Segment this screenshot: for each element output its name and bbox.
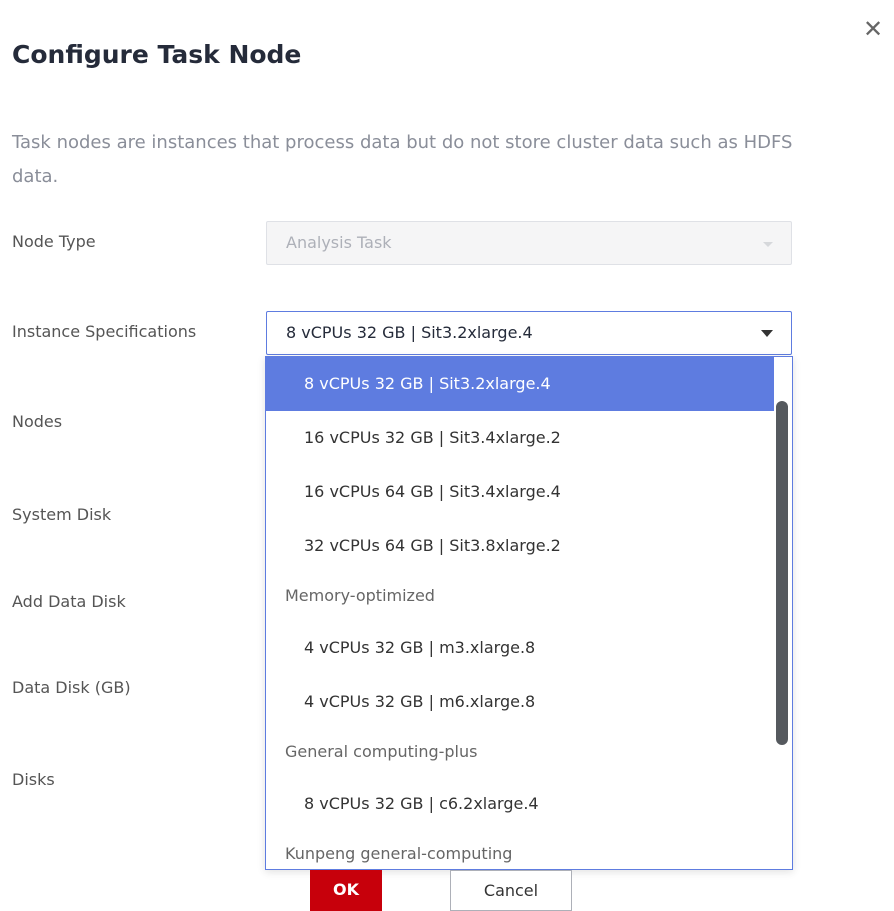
node-type-value: Analysis Task: [286, 233, 392, 252]
nodes-stepper-hidden: [794, 402, 844, 446]
instance-spec-value: 8 vCPUs 32 GB | Sit3.2xlarge.4: [286, 323, 533, 342]
node-type-label: Node Type: [12, 232, 96, 251]
dropdown-option[interactable]: 32 vCPUs 64 GB | Sit3.8xlarge.2: [266, 519, 774, 573]
dropdown-option[interactable]: 4 vCPUs 32 GB | m6.xlarge.8: [266, 675, 774, 729]
system-disk-label: System Disk: [12, 505, 112, 524]
dropdown-scrollbar[interactable]: [774, 357, 792, 869]
close-icon[interactable]: ✕: [858, 14, 888, 44]
nodes-label: Nodes: [12, 412, 63, 431]
chevron-down-icon: [761, 330, 773, 337]
scrollbar-thumb[interactable]: [776, 401, 788, 745]
dropdown-group-header: Memory-optimized: [285, 586, 435, 605]
node-type-select: Analysis Task: [266, 221, 792, 265]
instance-spec-label: Instance Specifications: [12, 322, 197, 341]
cancel-button[interactable]: Cancel: [450, 870, 572, 911]
dropdown-option[interactable]: 4 vCPUs 32 GB | m3.xlarge.8: [266, 621, 774, 675]
disks-label: Disks: [12, 770, 55, 789]
dropdown-option[interactable]: 8 vCPUs 32 GB | c6.2xlarge.4: [266, 777, 774, 831]
dropdown-option[interactable]: 16 vCPUs 64 GB | Sit3.4xlarge.4: [266, 465, 774, 519]
instance-spec-dropdown[interactable]: 8 vCPUs 32 GB | Sit3.2xlarge.4 16 vCPUs …: [265, 356, 793, 870]
dialog-title: Configure Task Node: [12, 40, 302, 69]
dropdown-option[interactable]: 16 vCPUs 32 GB | Sit3.4xlarge.2: [266, 411, 774, 465]
chevron-down-icon: [763, 242, 773, 247]
ok-button[interactable]: OK: [310, 870, 382, 911]
dropdown-option[interactable]: 8 vCPUs 32 GB | Sit3.2xlarge.4: [266, 357, 774, 411]
data-disk-label: Data Disk (GB): [12, 678, 131, 697]
add-data-disk-label: Add Data Disk: [12, 592, 126, 611]
dropdown-group-header: Kunpeng general-computing: [285, 844, 513, 863]
dialog-description: Task nodes are instances that process da…: [12, 132, 793, 187]
instance-spec-select[interactable]: 8 vCPUs 32 GB | Sit3.2xlarge.4: [266, 311, 792, 355]
dropdown-group-header: General computing-plus: [285, 742, 478, 761]
